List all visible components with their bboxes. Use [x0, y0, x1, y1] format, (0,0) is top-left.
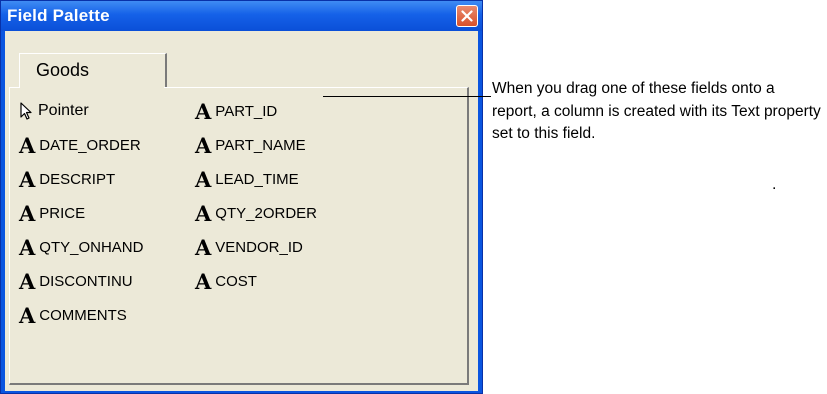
field-label: COMMENTS [39, 306, 127, 324]
field-label: PART_NAME [215, 136, 306, 154]
field-vendor-id[interactable]: A VENDOR_ID [195, 233, 303, 261]
text-field-icon: A [195, 268, 212, 294]
text-field-icon: A [195, 98, 212, 124]
field-label: DISCONTINU [39, 272, 133, 290]
field-qty-onhand[interactable]: A QTY_ONHAND [19, 233, 143, 261]
field-price[interactable]: A PRICE [19, 199, 85, 227]
field-label: VENDOR_ID [215, 238, 303, 256]
field-label: DATE_ORDER [39, 136, 141, 154]
text-field-icon: A [19, 166, 36, 192]
close-button[interactable] [456, 5, 478, 27]
text-field-icon: A [19, 200, 36, 226]
text-field-icon: A [19, 132, 36, 158]
field-label: PART_ID [215, 102, 278, 120]
field-qty-2order[interactable]: A QTY_2ORDER [195, 199, 317, 227]
field-palette-window: Field Palette Goods Pointer A DATE_ORDER… [0, 0, 483, 394]
stray-dot: . [772, 176, 777, 193]
field-label: PRICE [39, 204, 86, 222]
field-label: LEAD_TIME [215, 170, 299, 188]
field-label: COST [215, 272, 257, 290]
window-title: Field Palette [7, 6, 110, 25]
palette-client-area: Goods Pointer A DATE_ORDER A DESCRIPT A … [5, 31, 478, 391]
field-label: DESCRIPT [39, 170, 116, 188]
text-field-icon: A [195, 132, 212, 158]
arrow-pointer-icon [20, 102, 32, 120]
field-date-order[interactable]: A DATE_ORDER [19, 131, 141, 159]
field-part-name[interactable]: A PART_NAME [195, 131, 306, 159]
text-field-icon: A [19, 302, 36, 328]
close-icon [461, 10, 473, 22]
text-field-icon: A [195, 234, 212, 260]
field-label: QTY_2ORDER [215, 204, 317, 222]
text-field-icon: A [19, 268, 36, 294]
text-field-icon: A [19, 234, 36, 260]
field-discontinu[interactable]: A DISCONTINU [19, 267, 133, 295]
pointer-tool[interactable]: Pointer [19, 97, 89, 125]
field-cost[interactable]: A COST [195, 267, 257, 295]
field-lead-time[interactable]: A LEAD_TIME [195, 165, 299, 193]
field-part-id[interactable]: A PART_ID [195, 97, 277, 125]
text-field-icon: A [195, 166, 212, 192]
tab-goods-label: Goods [36, 60, 90, 80]
callout-text: When you drag one of these fields onto a… [492, 80, 821, 142]
tab-goods[interactable]: Goods [19, 53, 167, 87]
field-label: QTY_ONHAND [39, 238, 144, 256]
pointer-label: Pointer [38, 102, 89, 119]
field-descript[interactable]: A DESCRIPT [19, 165, 115, 193]
callout-leader-line [323, 96, 491, 97]
field-comments[interactable]: A COMMENTS [19, 301, 127, 329]
text-field-icon: A [195, 200, 212, 226]
title-bar[interactable]: Field Palette [1, 1, 482, 31]
